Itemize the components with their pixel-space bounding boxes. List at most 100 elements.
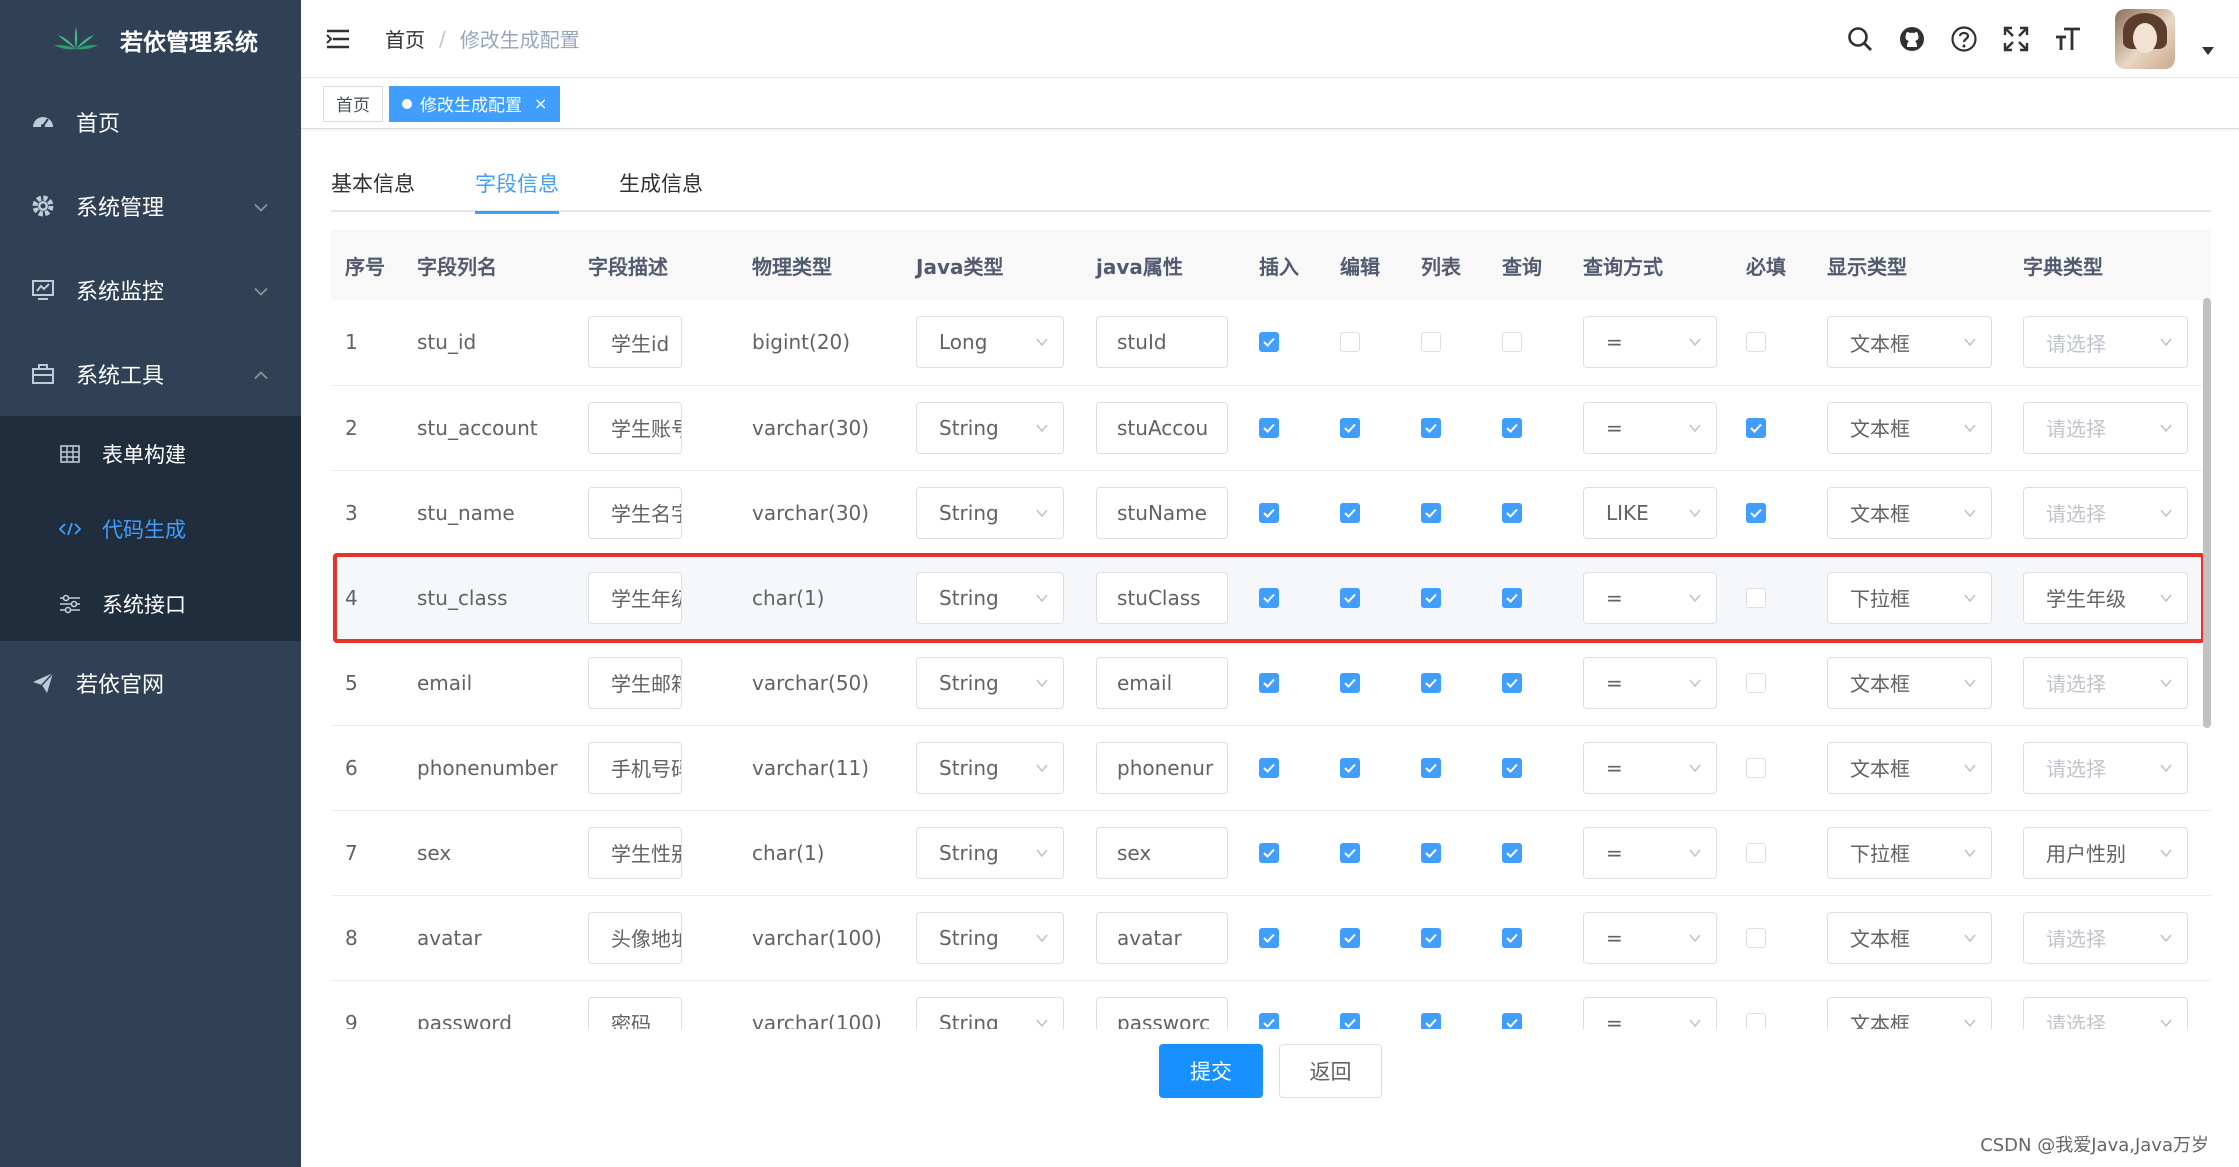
java-attr-input[interactable]: sex (1096, 826, 1228, 879)
desc-input[interactable]: 密码 (588, 996, 682, 1029)
sidebar-logo[interactable]: 若依管理系统 (0, 0, 301, 80)
desc-input[interactable]: 学生名字 (588, 486, 682, 539)
dict-type-select[interactable]: 请选择 (2023, 486, 2188, 539)
checkbox-edit[interactable] (1340, 587, 1360, 608)
menu-item-ruoyi-site[interactable]: 若依官网 (0, 641, 301, 725)
java-type-select[interactable]: String (916, 486, 1064, 539)
desc-input[interactable]: 学生邮箱 (588, 656, 682, 709)
tab-gen-info[interactable]: 生成信息 (619, 150, 703, 212)
checkbox-required[interactable] (1746, 417, 1766, 438)
display-type-select[interactable]: 文本框 (1827, 486, 1992, 539)
query-mode-select[interactable]: = (1583, 996, 1717, 1029)
checkbox-required[interactable] (1746, 842, 1766, 863)
checkbox-insert[interactable] (1259, 757, 1279, 778)
java-attr-input[interactable]: phonenur (1096, 741, 1228, 794)
checkbox-required[interactable] (1746, 927, 1766, 948)
query-mode-select[interactable]: = (1583, 826, 1717, 879)
fullscreen-icon[interactable] (2001, 24, 2031, 54)
checkbox-insert[interactable] (1259, 927, 1279, 948)
checkbox-insert[interactable] (1259, 587, 1279, 608)
java-type-select[interactable]: String (916, 741, 1064, 794)
menu-item-home[interactable]: 首页 (0, 80, 301, 164)
display-type-select[interactable]: 文本框 (1827, 741, 1992, 794)
menu-item-system-tools[interactable]: 系统工具 (0, 332, 301, 416)
dict-type-select[interactable]: 用户性别 (2023, 826, 2188, 879)
checkbox-list[interactable] (1421, 842, 1441, 863)
checkbox-edit[interactable] (1340, 672, 1360, 693)
search-icon[interactable] (1845, 24, 1875, 54)
checkbox-query[interactable] (1502, 842, 1522, 863)
java-type-select[interactable]: String (916, 996, 1064, 1029)
java-type-select[interactable]: String (916, 826, 1064, 879)
checkbox-required[interactable] (1746, 1012, 1766, 1029)
checkbox-list[interactable] (1421, 502, 1441, 523)
breadcrumb-home[interactable]: 首页 (385, 24, 425, 53)
dict-type-select[interactable]: 学生年级 (2023, 571, 2188, 624)
menu-item-system-management[interactable]: 系统管理 (0, 164, 301, 248)
java-attr-input[interactable]: stuName (1096, 486, 1228, 539)
query-mode-select[interactable]: = (1583, 571, 1717, 624)
java-attr-input[interactable]: avatar (1096, 911, 1228, 964)
dict-type-select[interactable]: 请选择 (2023, 911, 2188, 964)
checkbox-required[interactable] (1746, 587, 1766, 608)
checkbox-query[interactable] (1502, 417, 1522, 438)
checkbox-required[interactable] (1746, 502, 1766, 523)
checkbox-insert[interactable] (1259, 502, 1279, 523)
checkbox-required[interactable] (1746, 332, 1766, 353)
display-type-select[interactable]: 下拉框 (1827, 826, 1992, 879)
close-icon[interactable]: × (534, 94, 547, 113)
tab-field-info[interactable]: 字段信息 (475, 150, 559, 214)
java-attr-input[interactable]: stuId (1096, 316, 1228, 369)
checkbox-insert[interactable] (1259, 1012, 1279, 1029)
desc-input[interactable]: 学生性别 (588, 826, 682, 879)
checkbox-edit[interactable] (1340, 1012, 1360, 1029)
checkbox-edit[interactable] (1340, 757, 1360, 778)
checkbox-list[interactable] (1421, 332, 1441, 353)
checkbox-list[interactable] (1421, 1012, 1441, 1029)
java-type-select[interactable]: String (916, 656, 1064, 709)
avatar[interactable] (2115, 9, 2175, 69)
checkbox-list[interactable] (1421, 587, 1441, 608)
desc-input[interactable]: 学生年级 (588, 571, 682, 624)
checkbox-insert[interactable] (1259, 672, 1279, 693)
dict-type-select[interactable]: 请选择 (2023, 316, 2188, 369)
desc-input[interactable]: 头像地址 (588, 911, 682, 964)
submenu-item-system-api[interactable]: 系统接口 (0, 566, 301, 641)
checkbox-edit[interactable] (1340, 927, 1360, 948)
java-type-select[interactable]: String (916, 911, 1064, 964)
checkbox-query[interactable] (1502, 502, 1522, 523)
desc-input[interactable]: 手机号码 (588, 741, 682, 794)
checkbox-list[interactable] (1421, 417, 1441, 438)
checkbox-list[interactable] (1421, 927, 1441, 948)
display-type-select[interactable]: 文本框 (1827, 401, 1992, 454)
checkbox-query[interactable] (1502, 587, 1522, 608)
java-attr-input[interactable]: email (1096, 656, 1228, 709)
desc-input[interactable]: 学生id (588, 316, 682, 369)
github-icon[interactable] (1897, 24, 1927, 54)
checkbox-list[interactable] (1421, 757, 1441, 778)
java-type-select[interactable]: String (916, 401, 1064, 454)
menu-item-system-monitor[interactable]: 系统监控 (0, 248, 301, 332)
query-mode-select[interactable]: = (1583, 656, 1717, 709)
query-mode-select[interactable]: = (1583, 401, 1717, 454)
checkbox-edit[interactable] (1340, 502, 1360, 523)
caret-down-icon[interactable] (2201, 41, 2215, 60)
checkbox-query[interactable] (1502, 1012, 1522, 1029)
display-type-select[interactable]: 文本框 (1827, 996, 1992, 1029)
dict-type-select[interactable]: 请选择 (2023, 741, 2188, 794)
checkbox-required[interactable] (1746, 757, 1766, 778)
checkbox-list[interactable] (1421, 672, 1441, 693)
java-type-select[interactable]: String (916, 571, 1064, 624)
checkbox-insert[interactable] (1259, 332, 1279, 353)
checkbox-query[interactable] (1502, 757, 1522, 778)
dict-type-select[interactable]: 请选择 (2023, 656, 2188, 709)
checkbox-edit[interactable] (1340, 417, 1360, 438)
checkbox-required[interactable] (1746, 672, 1766, 693)
table-scrollbar[interactable] (2203, 298, 2211, 728)
tag-edit-gen-config[interactable]: 修改生成配置 × (389, 85, 561, 122)
checkbox-query[interactable] (1502, 332, 1522, 353)
query-mode-select[interactable]: = (1583, 316, 1717, 369)
query-mode-select[interactable]: = (1583, 741, 1717, 794)
hamburger-icon[interactable] (325, 27, 351, 51)
java-attr-input[interactable]: passworc (1096, 996, 1228, 1029)
